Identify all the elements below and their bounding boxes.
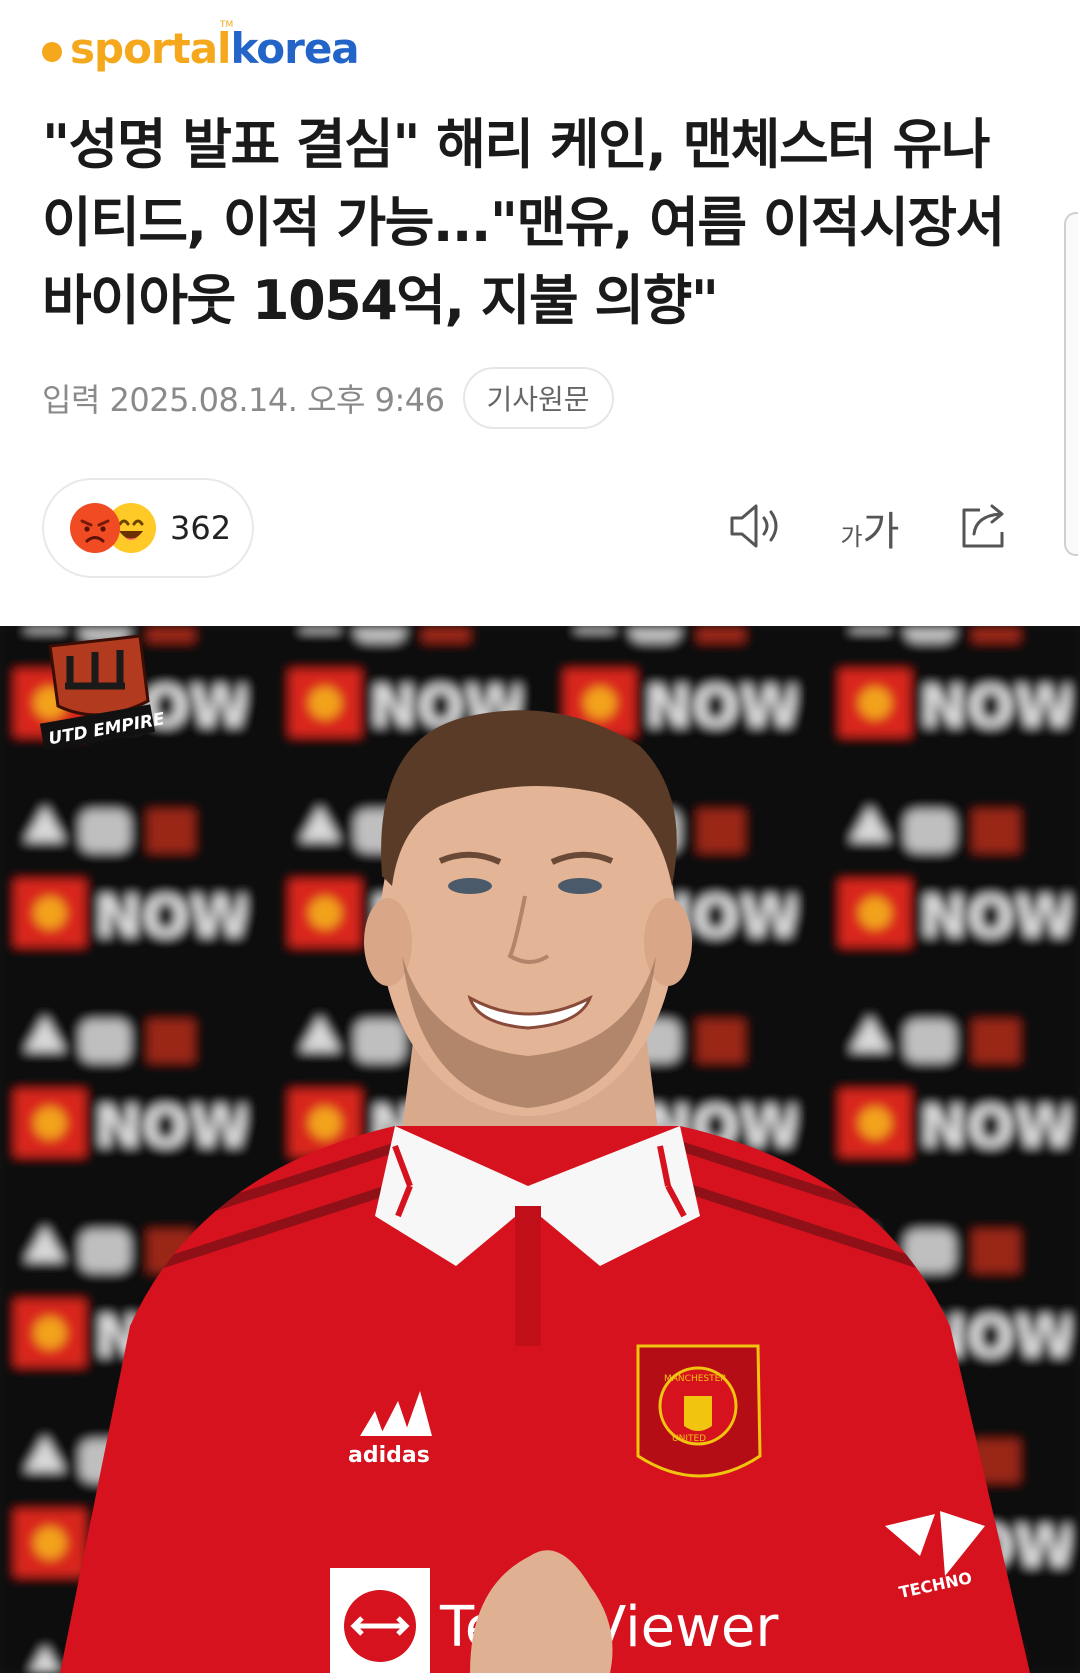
- font-small-label: 가: [840, 523, 863, 551]
- published-date: 입력 2025.08.14. 오후 9:46: [42, 381, 445, 419]
- share-icon: [958, 500, 1014, 556]
- brand-logo[interactable]: sportal korea TM: [42, 18, 360, 78]
- brand-part1: sportal: [70, 23, 231, 73]
- font-size-icon: 가가: [841, 499, 900, 557]
- article-headline: "성명 발표 결심" 해리 케인, 맨체스터 유나이티드, 이적 가능..."맨…: [42, 113, 1005, 332]
- svg-text:MANCHESTER: MANCHESTER: [664, 1374, 727, 1384]
- font-big-label: 가: [862, 509, 900, 555]
- trademark: TM: [220, 20, 234, 30]
- share-button[interactable]: [954, 496, 1018, 560]
- club-crest: MANCHESTER UNITED: [636, 1344, 762, 1478]
- speaker-icon: [728, 502, 784, 554]
- article-meta: 입력 2025.08.14. 오후 9:46 기사원문: [42, 366, 614, 430]
- player-image: NOW UTD EMPIRE: [0, 626, 1080, 1673]
- article-photo[interactable]: NOW UTD EMPIRE: [0, 626, 1080, 1673]
- speaker-button[interactable]: [724, 496, 788, 560]
- brand-part2: korea: [230, 23, 359, 73]
- svg-text:UNITED: UNITED: [672, 1434, 706, 1444]
- font-size-button[interactable]: 가가: [838, 496, 902, 560]
- reaction-count: 362: [170, 509, 232, 547]
- original-article-button[interactable]: 기사원문: [462, 367, 614, 429]
- reaction-button[interactable]: 362: [42, 478, 254, 578]
- angry-emoji-icon: [70, 503, 120, 553]
- logo-dot: [42, 42, 62, 62]
- scrollbar[interactable]: [1064, 212, 1078, 556]
- svg-text:adidas: adidas: [348, 1443, 430, 1468]
